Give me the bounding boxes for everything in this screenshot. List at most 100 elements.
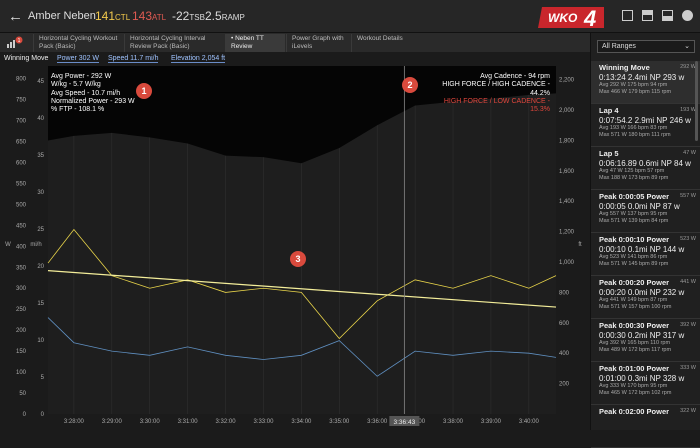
y-tick-label-w: 600 (16, 160, 27, 166)
y-tick-label-ft: 1,200 (559, 230, 575, 236)
range-max: Max 465 W 172 bpm 102 rpm (599, 389, 672, 396)
range-max: Max 571 W 139 bpm 84 rpm (599, 217, 669, 224)
y-tick-label-w: 350 (16, 265, 27, 271)
y-tick-label-w: 250 (16, 307, 27, 313)
y-tick-label-w: 750 (16, 98, 27, 104)
range-max: Max 489 W 172 bpm 117 rpm (599, 346, 672, 353)
x-tick-label: 3:35:00 (329, 419, 350, 425)
top-bar: ← Amber Neben 141CTL 143ATL -22TSB 2.5RA… (0, 0, 700, 33)
elevation-stat[interactable]: Elevation 2,054 ft (171, 55, 226, 63)
range-name: Winning Move (4, 55, 49, 62)
range-sidebar: All Ranges ⌄ Winning Move 292 W 0:13:24 2.… (590, 33, 700, 448)
x-tick-label: 3:28:00 (64, 419, 85, 425)
range-list-item[interactable]: Peak 0:02:00 Power 322 W (591, 405, 700, 448)
y-tick-label-mph: 10 (37, 338, 44, 344)
layout-full-icon[interactable] (622, 10, 633, 21)
avg-cadence-line: Avg Cadence - 94 rpm (480, 73, 550, 80)
range-max: Max 571 W 180 bpm 111 rpm (599, 131, 671, 138)
ramp-value: 2.5 (205, 9, 222, 23)
x-tick-label: 3:34:00 (291, 419, 312, 425)
athlete-name[interactable]: Amber Neben (28, 10, 96, 22)
speed-stat[interactable]: Speed 11.7 mi/h (108, 55, 159, 63)
range-watts: 392 W (680, 322, 696, 328)
range-select-value: All Ranges (602, 43, 636, 50)
ramp-unit: RAMP (221, 13, 245, 22)
y-tick-label-mph: 45 (37, 79, 44, 85)
tab-badge: 1 (18, 38, 21, 44)
tab-power-graph[interactable]: Power Graph with iLevels (286, 34, 350, 52)
axis-label-ft: ft (578, 242, 582, 248)
y-tick-label-w: 0 (23, 412, 27, 418)
range-title: Lap 5 (599, 149, 619, 158)
y-tick-label-mph: 15 (37, 301, 44, 307)
ctl-metric: 141CTL (95, 9, 130, 23)
y-tick-label-w: 100 (16, 370, 27, 376)
range-list-item[interactable]: Lap 4 193 W 0:07:54.2 2.9mi NP 246 w Avg 19… (591, 104, 700, 147)
range-summary: 0:06:16.89 0.6mi NP 84 w (599, 159, 691, 168)
power-chart[interactable]: 3:28:00 3:29:00 3:30:00 3:31:00 3:32:00 3:33:… (0, 66, 590, 430)
range-max: Max 188 W 173 bpm 89 rpm (599, 174, 669, 181)
range-list-item[interactable]: Peak 0:01:00 Power 333 W 0:01:00 0.3mi NP … (591, 362, 700, 405)
range-list-item[interactable]: Peak 0:00:10 Power 523 W 0:00:10 0.1mi NP … (591, 233, 700, 276)
hf-hc-line: HIGH FORCE / HIGH CADENCE - 44.2% (442, 81, 550, 97)
x-tick-label: 3:31:00 (178, 419, 199, 425)
range-watts: 441 W (680, 279, 696, 285)
settings-icon[interactable] (682, 10, 693, 21)
tab-neben-tt-review[interactable]: • Neben TT Review (225, 34, 285, 52)
layout-icons (622, 10, 693, 21)
np-line: Normalized Power - 293 W (51, 97, 135, 105)
x-tick-label: 3:29:00 (102, 419, 123, 425)
summary-stats: Avg Power - 292 W W/kg - 5.7 W/kg Avg Sp… (51, 73, 135, 114)
cursor-time-label: 3:36:43 (394, 419, 416, 426)
range-list-item[interactable]: Peak 0:00:05 Power 557 W 0:00:05 0.0mi NP … (591, 190, 700, 233)
tab-interval-review-pack[interactable]: Horizontal Cycling Interval Review Pack … (124, 34, 224, 52)
annotation-badge-2: 2 (402, 77, 418, 93)
range-list: Winning Move 292 W 0:13:24 2.4mi NP 293 wA… (591, 61, 700, 448)
x-tick-label: 3:39:00 (481, 419, 502, 425)
range-select[interactable]: All Ranges ⌄ (597, 40, 695, 53)
annotation-badge-3: 3 (290, 251, 306, 267)
y-tick-label-ft: 1,800 (559, 138, 575, 144)
tsb-metric: -22TSB (172, 9, 205, 23)
tab-workout-details[interactable]: Workout Details (351, 34, 411, 52)
range-watts: 333 W (680, 365, 696, 371)
ftp-line: % FTP - 108.1 % (51, 106, 105, 114)
x-tick-label: 3:30:00 (140, 419, 161, 425)
chevron-down-icon: ⌄ (684, 43, 690, 50)
axis-label-w: W (5, 242, 11, 248)
y-tick-label-mph: 35 (37, 153, 44, 159)
y-tick-label-w: 50 (19, 391, 26, 397)
power-stat[interactable]: Power 302 W (57, 55, 100, 63)
ctl-unit: CTL (115, 13, 131, 22)
range-max: Max 571 W 157 bpm 100 rpm (599, 303, 672, 310)
tsb-value: -22 (172, 9, 190, 23)
ramp-metric: 2.5RAMP (205, 9, 245, 23)
range-max: Max 571 W 145 bpm 89 rpm (599, 260, 669, 267)
range-list-item[interactable]: Peak 0:00:30 Power 392 W 0:00:30 0.2mi NP … (591, 319, 700, 362)
y-tick-label-w: 400 (16, 244, 27, 250)
range-list-item[interactable]: Lap 5 47 W 0:06:16.89 0.6mi NP 84 w Avg 47 … (591, 147, 700, 190)
cadence-stats: Avg Cadence - 94 rpm HIGH FORCE / HIGH C… (430, 73, 550, 114)
logo-text: WKO (548, 11, 578, 25)
range-list-item[interactable]: Peak 0:00:20 Power 441 W 0:00:20 0.0mi NP … (591, 276, 700, 319)
range-summary: 0:00:20 0.0mi NP 232 w (599, 288, 685, 297)
tab-bars-icon[interactable]: 1 (6, 36, 24, 49)
layout-stack-icon[interactable] (662, 10, 673, 21)
ctl-value: 141 (95, 9, 116, 23)
y-tick-label-ft: 2,200 (559, 78, 575, 84)
range-summary: 0:00:30 0.2mi NP 317 w (599, 331, 685, 340)
range-summary: 0:00:05 0.0mi NP 87 w (599, 202, 680, 211)
range-list-item[interactable]: Winning Move 292 W 0:13:24 2.4mi NP 293 wA… (591, 61, 700, 104)
y-tick-label-w: 150 (16, 349, 27, 355)
back-arrow-icon[interactable]: ← (8, 8, 23, 25)
layout-split-icon[interactable] (642, 10, 653, 21)
y-tick-label-mph: 20 (37, 264, 44, 270)
tab-workout-pack[interactable]: Horizontal Cycling Workout Pack (Basic) (33, 34, 123, 52)
wkg-line: W/kg - 5.7 W/kg (51, 81, 101, 89)
range-summary: 0:00:10 0.1mi NP 144 w (599, 245, 685, 254)
x-tick-label: 3:32:00 (216, 419, 237, 425)
sidebar-scrollbar[interactable] (695, 61, 698, 141)
y-tick-label-w: 800 (16, 77, 27, 83)
atl-metric: 143ATL (132, 9, 166, 23)
range-watts: 292 W (680, 64, 696, 70)
